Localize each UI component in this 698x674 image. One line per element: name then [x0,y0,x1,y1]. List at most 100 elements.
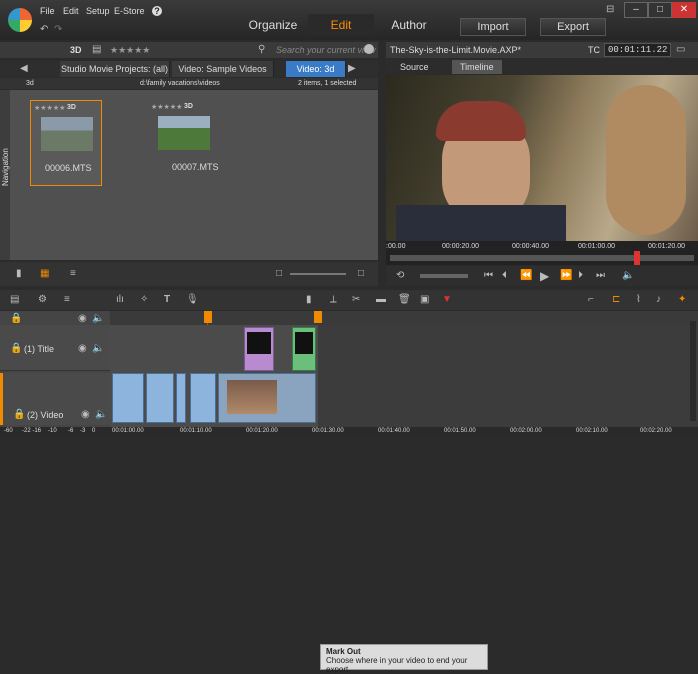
split-icon[interactable]: ⟂ [330,294,337,305]
undo-icon[interactable]: ↶ [40,24,48,35]
trash-icon[interactable]: 🗑 [398,294,411,305]
track-audio-icon[interactable]: 🔈 [92,343,104,354]
playhead[interactable] [634,251,640,265]
marker-icon[interactable]: ▮ [306,294,312,305]
video-clip[interactable] [146,373,174,423]
search-input[interactable]: Search your current view [276,45,376,55]
help-icon[interactable]: ? [152,6,162,16]
zoom-out-icon[interactable]: □ [276,268,282,279]
cart-icon[interactable]: ⊟ [606,4,614,15]
track-video-header[interactable]: 🔒 (2) Video ◉ 🔈 [0,373,110,425]
navigation-strip[interactable]: Navigation [0,90,10,260]
effects-icon[interactable]: ✧ [140,294,148,305]
title-tool-icon[interactable]: T [164,294,170,305]
import-button[interactable]: Import [460,18,526,36]
mark-out-tooltip: Mark Out Choose where in your video to e… [320,644,488,674]
video-preview[interactable] [386,75,698,241]
audio-scrub-icon[interactable]: ♪ [656,294,661,305]
track-title-header[interactable]: 🔒 (1) Title ◉ 🔈 [0,325,110,371]
rewind-icon[interactable]: ⏪ [520,270,532,281]
audio-icon[interactable]: 🔈 [92,313,104,324]
redo-icon[interactable]: ↷ [54,24,62,35]
thumbnail-view-icon[interactable]: ▦ [40,268,49,279]
tab-organize[interactable]: Organize [240,14,306,36]
title-clip-thumbnail [295,332,313,354]
menu-edit[interactable]: Edit [63,6,79,16]
gear-icon[interactable]: ⚙ [38,294,47,305]
minimize-button[interactable]: – [624,2,648,18]
play-icon[interactable]: ▶ [540,269,549,283]
tab-video-3d[interactable]: Video: 3d [286,61,346,77]
track-lock-icon[interactable]: 🔒 [13,409,25,420]
prev-frame-icon[interactable]: ⏴ [502,270,507,281]
marker-red-icon[interactable]: ▼ [442,294,452,305]
timecode-field[interactable]: 00:01:11.22 [604,43,672,57]
track-audio-icon[interactable]: 🔈 [95,409,107,420]
timeline-scrollbar[interactable] [690,321,696,421]
library-item[interactable]: ★★★★★ 3D 00007.MTS [148,100,220,186]
mark-in-handle[interactable] [204,311,212,323]
app-logo[interactable] [8,8,32,32]
search-icon[interactable]: ⚲ [258,44,265,55]
tab-scroll-right-icon[interactable]: ▶ [348,63,356,74]
magnet-icon[interactable]: ⌐ [588,294,594,305]
razor-icon[interactable]: ✂ [352,294,360,305]
tab-timeline[interactable]: Timeline [452,60,502,74]
scrub-bar[interactable] [390,255,694,261]
maximize-button[interactable]: □ [648,2,672,18]
volume-icon[interactable]: 🔈 [622,270,634,281]
storyboard-icon[interactable]: ▬ [376,294,386,305]
marker-lane[interactable] [110,311,698,325]
audio-mixer-icon[interactable]: ılı [116,294,124,305]
microphone-icon[interactable]: 🎙 [186,294,199,305]
title-clip[interactable] [244,327,274,371]
export-button[interactable]: Export [540,18,606,36]
shuttle-slider[interactable] [420,274,468,278]
menu-setup[interactable]: Setup [86,6,110,16]
video-clip[interactable] [190,373,216,423]
timeline-ruler[interactable]: -60 -22 -16 -10 -6 -3 0 00:01:00.00 00:0… [0,427,698,437]
go-start-icon[interactable]: ⏮ [484,270,493,281]
track-visibility-icon[interactable]: ◉ [81,409,90,420]
tab-author[interactable]: Author [376,14,442,36]
lock-icon[interactable]: 🔒 [10,313,22,324]
menu-estore[interactable]: E-Store [114,6,145,16]
close-button[interactable]: ✕ [672,2,696,18]
title-clip[interactable] [292,327,316,371]
fast-forward-icon[interactable]: ⏩ [560,270,572,281]
snapshot-icon[interactable]: ▣ [420,294,429,305]
library-toggle-icon[interactable]: ▮ [16,268,22,279]
menu-file[interactable]: File [40,6,55,16]
next-frame-icon[interactable]: ⏵ [578,270,583,281]
track-lock-icon[interactable]: 🔒 [10,343,22,354]
visibility-icon[interactable]: ◉ [78,313,87,324]
tab-scroll-left-icon[interactable]: ◀ [20,63,28,74]
tab-source[interactable]: Source [400,62,429,72]
zoom-slider[interactable] [290,273,346,275]
tab-edit[interactable]: Edit [308,14,374,36]
fullscreen-icon[interactable]: ▭ [676,44,685,55]
ripple-icon[interactable]: ⊏ [612,294,620,305]
video-clip[interactable] [176,373,186,423]
zoom-in-icon[interactable]: □ [358,268,364,279]
go-end-icon[interactable]: ⏭ [596,270,605,281]
grid-icon[interactable]: ▤ [92,44,101,55]
loop-icon[interactable]: ⟲ [396,270,404,281]
timeline-settings-icon[interactable]: ▤ [10,294,19,305]
track-options-icon[interactable]: ≡ [64,294,70,305]
tab-sample-videos[interactable]: Video: Sample Videos [172,61,274,77]
scrub-icon[interactable]: ⌇ [636,294,641,305]
track-visibility-icon[interactable]: ◉ [78,343,87,354]
item-rating[interactable]: ★★★★★ [34,104,65,112]
pin-icon[interactable]: ✦ [678,294,686,305]
item-rating[interactable]: ★★★★★ [151,103,182,111]
player-ruler[interactable]: :00.00 00:00:20.00 00:00:40.00 00:01:00.… [386,241,698,265]
video-clip-selected[interactable] [218,373,316,423]
rating-filter[interactable]: ★★★★★ [110,45,150,56]
clear-search-icon[interactable] [364,44,374,54]
video-clip[interactable] [112,373,144,423]
tab-studio-movie-projects[interactable]: Studio Movie Projects: (all) [60,61,170,77]
mark-out-handle[interactable] [314,311,322,323]
list-view-icon[interactable]: ≡ [70,268,76,279]
library-item[interactable]: ★★★★★ 3D 00006.MTS [30,100,102,186]
